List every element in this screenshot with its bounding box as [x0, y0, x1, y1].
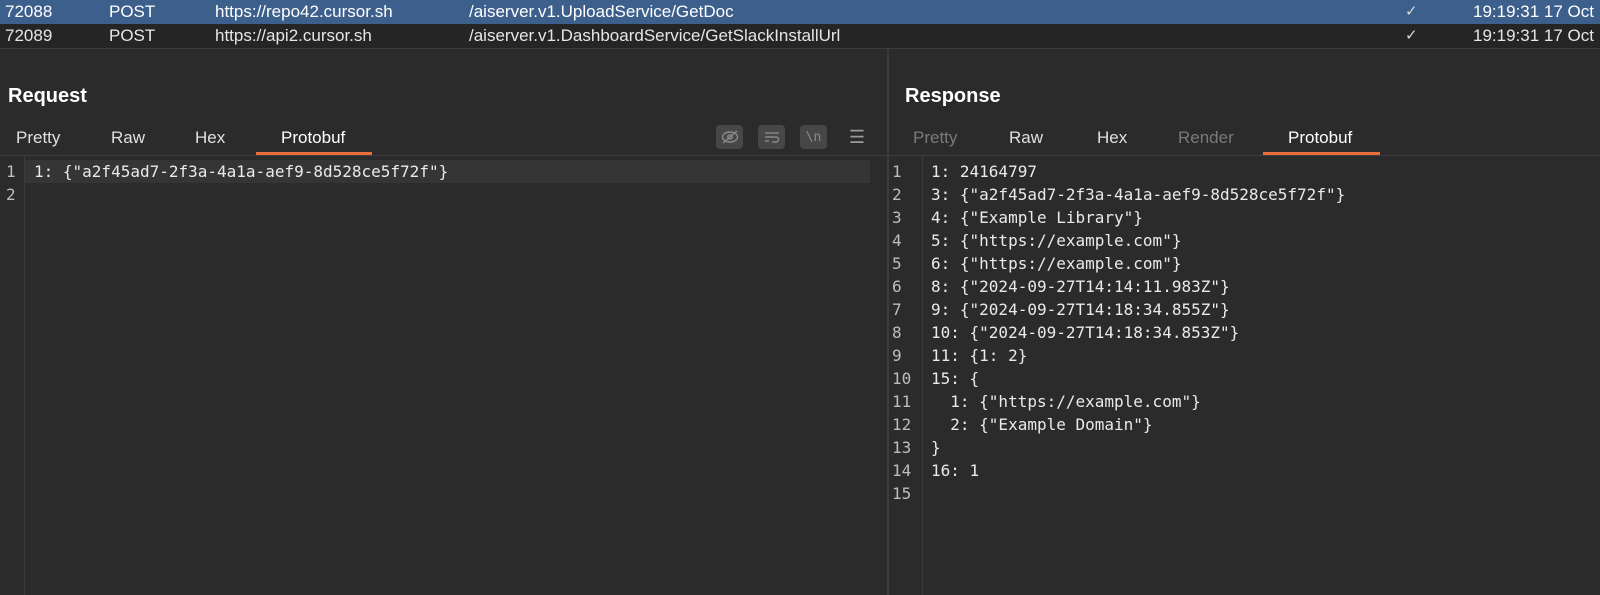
word-wrap-icon[interactable]	[758, 125, 785, 149]
tab-hex[interactable]: Hex	[1097, 126, 1127, 150]
code-line: 5: {"https://example.com"}	[931, 231, 1182, 250]
line-number: 1	[6, 162, 16, 181]
request-host: https://repo42.cursor.sh	[215, 2, 393, 21]
code-line: 4: {"Example Library"}	[931, 208, 1143, 227]
menu-icon[interactable]: ☰	[845, 125, 869, 149]
wrap-lines-icon	[764, 132, 779, 143]
response-pane-title: Response	[905, 85, 1001, 107]
tab-raw[interactable]: Raw	[1009, 126, 1043, 150]
code-line: 15: {	[931, 369, 980, 388]
request-time: 19:19:31 17 Oct	[1473, 2, 1594, 21]
request-host: https://api2.cursor.sh	[215, 26, 372, 45]
code-line: 6: {"https://example.com"}	[931, 254, 1182, 273]
request-id: 72088	[5, 2, 53, 21]
request-editor[interactable]: 1 2 1: {"a2f45ad7-2f3a-4a1a-aef9-8d528ce…	[0, 156, 887, 595]
code-line: 3: {"a2f45ad7-2f3a-4a1a-aef9-8d528ce5f72…	[931, 185, 1346, 204]
tab-raw[interactable]: Raw	[111, 126, 145, 150]
request-path: /aiserver.v1.DashboardService/GetSlackIn…	[469, 26, 841, 45]
request-pane: Request Pretty Raw Hex Protobuf \n ☰ 1 2…	[0, 49, 887, 595]
checkmark-icon: ✓	[1405, 3, 1418, 20]
code-line: 8: {"2024-09-27T14:14:11.983Z"}	[931, 277, 1230, 296]
line-number: 1	[892, 162, 902, 181]
line-number: 3	[892, 208, 902, 227]
line-number: 12	[892, 415, 912, 434]
line-number: 7	[892, 300, 902, 319]
line-number: 5	[892, 254, 902, 273]
eye-slash-icon	[721, 130, 738, 144]
code-line: 9: {"2024-09-27T14:18:34.855Z"}	[931, 300, 1230, 319]
response-editor[interactable]: 1 2 3 4 5 6 7 8 9 10 11 12 13 14 15 1: 24164797 3: {"a2…	[889, 156, 1600, 595]
code-line: }	[931, 438, 941, 457]
table-row[interactable]: 72089 POST https://api2.cursor.sh /aiser…	[0, 24, 1600, 48]
request-time: 19:19:31 17 Oct	[1473, 26, 1594, 45]
code-line: 2: {"Example Domain"}	[931, 415, 1153, 434]
request-method: POST	[109, 26, 156, 45]
line-number: 11	[892, 392, 912, 411]
table-row[interactable]: 72088 POST https://repo42.cursor.sh /ais…	[0, 0, 1600, 24]
show-newlines-button[interactable]: \n	[800, 125, 827, 149]
tab-render[interactable]: Render	[1178, 126, 1234, 150]
code-line: 1: 24164797	[931, 162, 1037, 181]
code-line: 16: 1	[931, 461, 980, 480]
code-line: 1: {"https://example.com"}	[931, 392, 1201, 411]
request-method: POST	[109, 2, 156, 21]
line-number: 9	[892, 346, 902, 365]
request-pane-title: Request	[8, 85, 87, 107]
newline-icon: \n	[805, 129, 822, 145]
line-number: 8	[892, 323, 902, 342]
line-number: 6	[892, 277, 902, 296]
line-number: 2	[892, 185, 902, 204]
response-pane: Response Pretty Raw Hex Render Protobuf …	[889, 49, 1600, 595]
line-number: 15	[892, 484, 912, 503]
request-id: 72089	[5, 26, 53, 45]
request-history-table: 72088 POST https://repo42.cursor.sh /ais…	[0, 0, 1600, 48]
tab-protobuf[interactable]: Protobuf	[1288, 126, 1352, 150]
tab-pretty[interactable]: Pretty	[16, 126, 60, 150]
line-number: 13	[892, 438, 912, 457]
line-number: 2	[6, 185, 16, 204]
code-line: 11: {1: 2}	[931, 346, 1028, 365]
request-path: /aiserver.v1.UploadService/GetDoc	[469, 2, 734, 21]
checkmark-icon: ✓	[1405, 27, 1418, 44]
line-number: 14	[892, 461, 912, 480]
line-number: 4	[892, 231, 902, 250]
code-line: 10: {"2024-09-27T14:18:34.853Z"}	[931, 323, 1240, 342]
tab-pretty[interactable]: Pretty	[913, 126, 957, 150]
line-number: 10	[892, 369, 912, 388]
tab-hex[interactable]: Hex	[195, 126, 225, 150]
code-line: 1: {"a2f45ad7-2f3a-4a1a-aef9-8d528ce5f72…	[34, 162, 449, 181]
tab-protobuf[interactable]: Protobuf	[281, 126, 345, 150]
hide-eye-icon[interactable]	[716, 125, 743, 149]
line-number-gutter	[0, 156, 25, 595]
